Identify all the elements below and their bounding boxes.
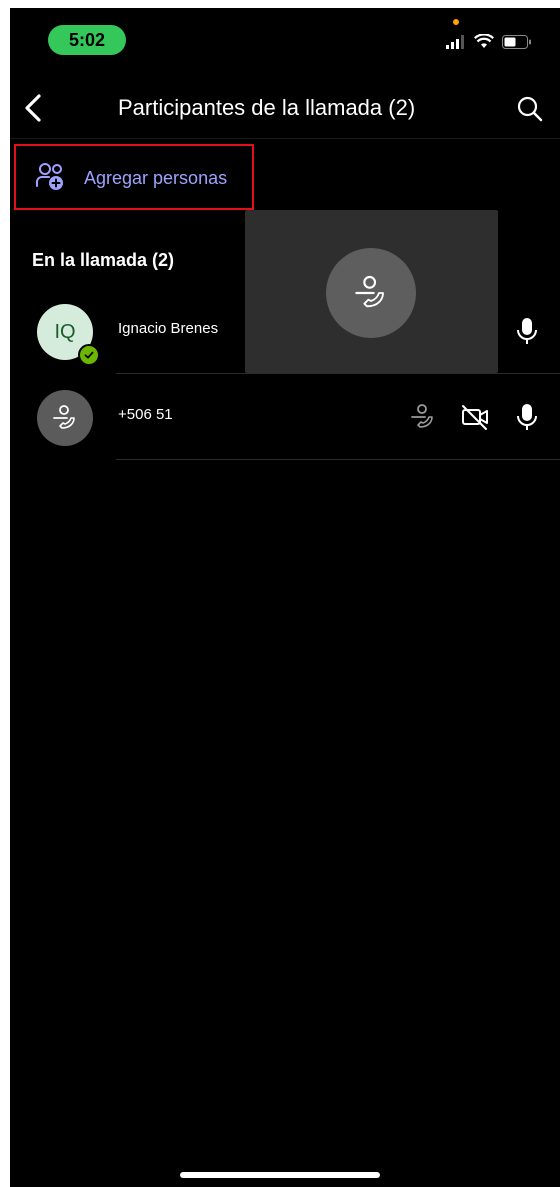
phone-call-icon	[355, 275, 384, 308]
header-divider	[10, 138, 560, 139]
add-people-label: Agregar personas	[84, 168, 228, 188]
participant-row[interactable]: +506 51	[10, 374, 560, 460]
call-preview-tile[interactable]	[245, 210, 498, 373]
battery-icon	[502, 34, 531, 49]
search-icon[interactable]	[516, 95, 544, 123]
call-tile-avatar	[326, 248, 416, 338]
microphone-icon	[517, 404, 537, 430]
phone-call-icon	[53, 405, 75, 429]
avatar-initials: IQ	[54, 320, 76, 343]
add-people-button[interactable]: Agregar personas	[14, 144, 254, 210]
presence-available-icon	[78, 344, 100, 366]
cellular-signal-icon	[446, 34, 464, 49]
row-divider	[116, 459, 560, 460]
page-title: Participantes de la llamada (2)	[118, 95, 416, 120]
add-people-icon	[36, 163, 63, 190]
mic-in-use-indicator	[453, 19, 459, 25]
avatar	[37, 390, 93, 446]
microphone-icon	[517, 318, 537, 344]
participant-name: Ignacio Brenes	[118, 320, 219, 337]
back-chevron-icon[interactable]	[20, 92, 46, 124]
wifi-icon	[474, 34, 494, 48]
home-indicator[interactable]	[180, 1172, 380, 1178]
status-time: 5:02	[48, 25, 126, 55]
status-icons	[446, 34, 532, 49]
participant-name: +506 51	[118, 406, 173, 423]
status-time-label: 5:02	[68, 29, 106, 50]
section-title: En la llamada (2)	[32, 250, 175, 270]
phone-call-icon	[411, 404, 433, 428]
phone-screen: 5:02 Participantes de la llamada (2) Agr…	[10, 8, 560, 1187]
video-off-icon	[462, 405, 488, 430]
header: Participantes de la llamada (2)	[10, 80, 560, 138]
